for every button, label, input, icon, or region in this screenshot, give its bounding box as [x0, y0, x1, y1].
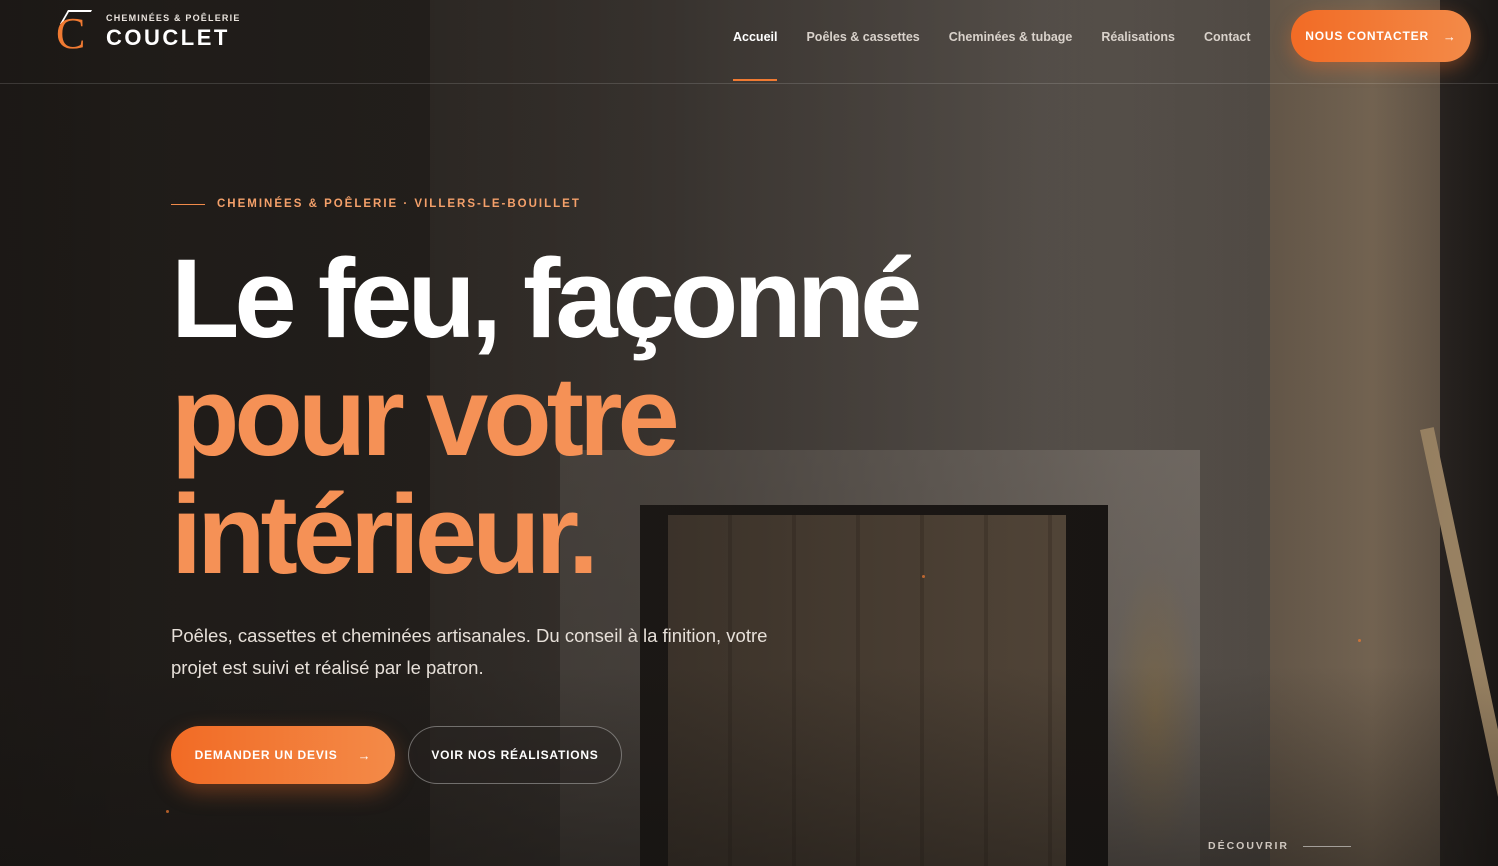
arrow-right-icon: → — [357, 747, 372, 763]
headline-line-1: Le feu, façonné — [171, 236, 922, 361]
view-projects-label: VOIR NOS RÉALISATIONS — [431, 748, 599, 762]
site-header: C CHEMINÉES & POÊLERIE COUCLET Accueil P… — [0, 0, 1498, 84]
nav-item-realisations[interactable]: Réalisations — [1101, 0, 1175, 83]
nav-item-poeles-cassettes[interactable]: Poêles & cassettes — [806, 0, 919, 83]
scroll-discover-link[interactable]: DÉCOUVRIR — [1208, 840, 1352, 852]
headline-line-2: pour votre — [171, 354, 680, 479]
hero-lead-text: Poêles, cassettes et cheminées artisanal… — [171, 625, 768, 678]
arrow-right-icon: → — [1442, 28, 1457, 44]
headline-line-3: intérieur. — [171, 472, 599, 597]
nav-item-accueil[interactable]: Accueil — [733, 0, 778, 83]
request-quote-button[interactable]: DEMANDER UN DEVIS → — [171, 726, 395, 784]
logo-mark-icon: C — [56, 10, 96, 56]
request-quote-label: DEMANDER UN DEVIS — [194, 748, 338, 762]
nav-item-contact[interactable]: Contact — [1204, 0, 1251, 83]
eyebrow-text: CHEMINÉES & POÊLERIE · VILLERS-LE-BOUILL… — [217, 198, 581, 210]
view-projects-button[interactable]: VOIR NOS RÉALISATIONS — [408, 726, 622, 784]
contact-us-label: NOUS CONTACTER — [1305, 29, 1429, 43]
discover-line — [1303, 845, 1352, 847]
eyebrow-divider — [171, 203, 205, 205]
brand-name: COUCLET — [106, 25, 230, 50]
nav-item-cheminees-tubage[interactable]: Cheminées & tubage — [949, 0, 1073, 83]
brand-kicker: CHEMINÉES & POÊLERIE — [106, 13, 241, 23]
hero-headline: Le feu, façonné pour votre intérieur. — [171, 236, 922, 597]
hero-eyebrow: CHEMINÉES & POÊLERIE · VILLERS-LE-BOUILL… — [171, 198, 581, 210]
main-nav: Accueil Poêles & cassettes Cheminées & t… — [733, 0, 1280, 83]
brand-logo[interactable]: C CHEMINÉES & POÊLERIE COUCLET — [56, 10, 241, 56]
contact-us-button[interactable]: NOUS CONTACTER → — [1291, 10, 1471, 62]
discover-label: DÉCOUVRIR — [1208, 840, 1290, 852]
